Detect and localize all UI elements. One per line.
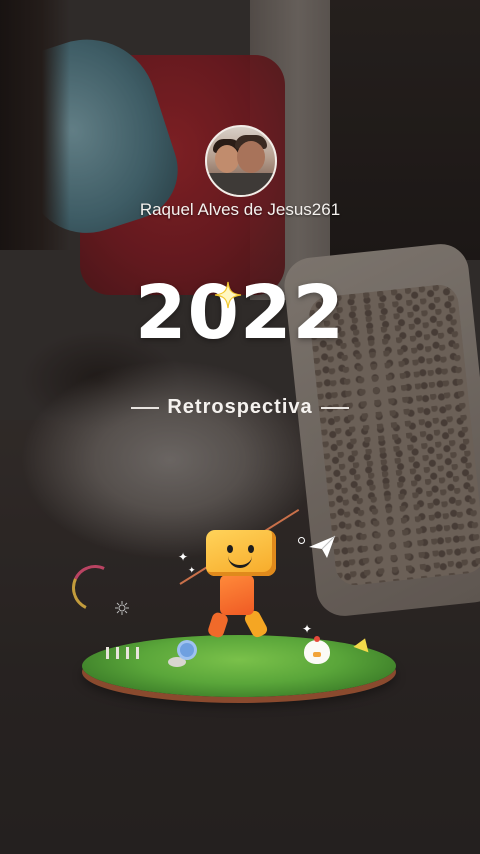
username: Raquel Alves de Jesus261	[139, 200, 341, 219]
flower-icon	[180, 643, 194, 657]
sparkle-icon: ✦	[302, 622, 313, 636]
chick-icon	[304, 636, 330, 664]
recap-subtitle-row: Retrospectiva	[0, 396, 480, 419]
divider-left	[131, 406, 160, 409]
mascot-illustration: ✦ ✦ ✦	[65, 508, 400, 700]
mascot-head	[206, 530, 276, 576]
recap-subtitle: Retrospectiva	[167, 396, 313, 418]
sparkle-icon: ✦	[188, 566, 196, 576]
divider-right	[320, 406, 349, 409]
paper-plane-icon	[309, 535, 336, 558]
sun-icon	[115, 601, 129, 615]
stone	[168, 657, 186, 667]
sparkle-icon	[214, 281, 242, 309]
avatar[interactable]	[205, 125, 277, 197]
bubble-icon	[298, 537, 305, 544]
fence	[106, 645, 140, 659]
mascot-body	[220, 575, 254, 615]
sparkle-icon: ✦	[178, 550, 189, 564]
